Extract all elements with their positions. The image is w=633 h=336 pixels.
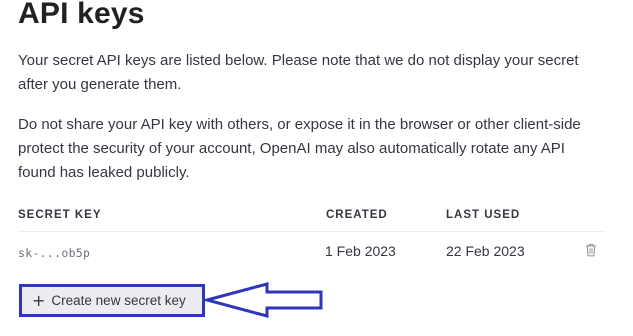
intro-line: Your secret API keys are listed below. P… [18, 52, 579, 69]
intro-line: protect the security of your account, Op… [18, 140, 565, 157]
intro-paragraph-secret-display: Your secret API keys are listed below. P… [18, 49, 633, 97]
annotation-arrow-icon [205, 282, 323, 318]
secret-key-value: sk-...ob5p [18, 246, 91, 260]
intro-line: after you generate them. [18, 76, 182, 93]
column-header-secret-key: SECRET KEY [18, 209, 102, 221]
create-new-secret-key-button[interactable]: + Create new secret key [19, 284, 205, 317]
intro-paragraph-security: Do not share your API key with others, o… [18, 113, 633, 185]
last-used-date: 22 Feb 2023 [446, 243, 525, 259]
intro-line: found has leaked publicly. [18, 164, 190, 181]
column-header-last-used: LAST USED [446, 209, 521, 221]
table-divider [18, 231, 605, 232]
created-date: 1 Feb 2023 [325, 243, 396, 259]
page-title: API keys [18, 0, 145, 30]
column-header-created: CREATED [326, 209, 388, 221]
intro-line: Do not share your API key with others, o… [18, 116, 581, 133]
plus-icon: + [32, 290, 46, 310]
create-button-label: Create new secret key [51, 293, 186, 308]
trash-icon[interactable] [585, 243, 597, 257]
